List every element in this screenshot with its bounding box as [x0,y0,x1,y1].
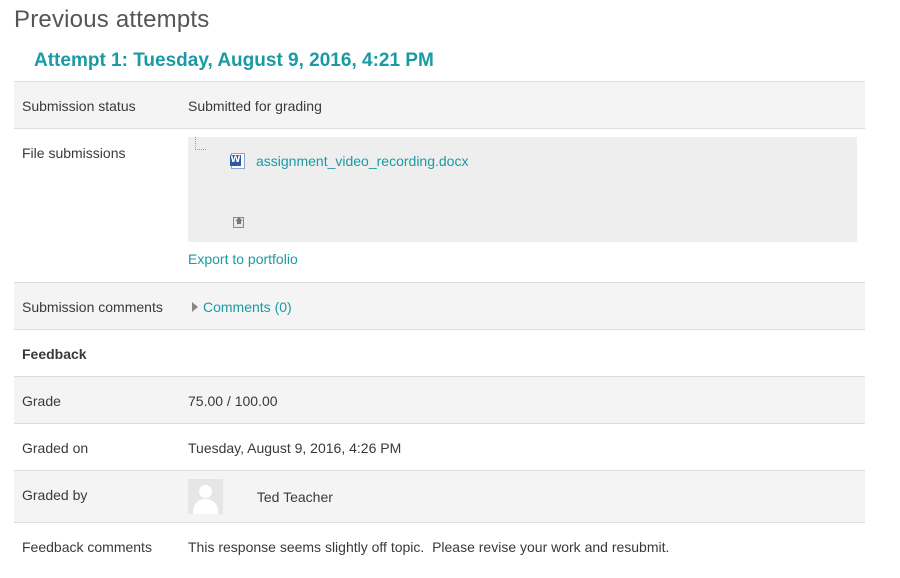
word-doc-icon: W [230,153,245,169]
tree-connector [195,137,206,150]
graded-on-label: Graded on [14,423,188,471]
feedback-heading-row: Feedback [14,329,865,377]
attempt-table: Submission status Submitted for grading … [14,81,865,569]
file-submissions-label: File submissions [14,128,188,283]
file-tree: W assignment_video_recording.docx [188,137,857,242]
export-to-portfolio-link[interactable]: Export to portfolio [188,250,298,268]
submission-comments-row: Submission comments Comments (0) [14,282,865,330]
avatar[interactable] [188,479,223,514]
avatar-body-shape [193,499,218,514]
grade-label: Grade [14,376,188,424]
file-link[interactable]: assignment_video_recording.docx [256,152,468,170]
graded-by-row: Graded by Ted Teacher [14,470,865,523]
page-title: Previous attempts [14,6,210,33]
file-submissions-cell: W assignment_video_recording.docx Export… [188,128,865,283]
expand-triangle-icon [192,302,198,312]
feedback-comments-row: Feedback comments This response seems sl… [14,522,865,569]
comments-toggle[interactable]: Comments (0) [188,298,292,316]
file-submissions-row: File submissions W assignment_video_reco… [14,128,865,283]
grade-row: Grade 75.00 / 100.00 [14,376,865,424]
submission-status-value: Submitted for grading [188,81,865,129]
graded-on-value: Tuesday, August 9, 2016, 4:26 PM [188,423,865,471]
avatar-head-shape [199,485,212,498]
submission-status-row: Submission status Submitted for grading [14,81,865,129]
feedback-heading: Feedback [14,329,865,377]
grader-name: Ted Teacher [256,488,333,505]
graded-by-label: Graded by [14,470,188,523]
feedback-comments-label: Feedback comments [14,522,188,569]
submission-comments-label: Submission comments [14,282,188,330]
submission-status-label: Submission status [14,81,188,129]
grade-value: 75.00 / 100.00 [188,376,865,424]
graded-by-cell: Ted Teacher [188,470,865,523]
attempt-title: Attempt 1: Tuesday, August 9, 2016, 4:21… [34,50,434,71]
portfolio-icon[interactable] [233,215,246,228]
graded-on-row: Graded on Tuesday, August 9, 2016, 4:26 … [14,423,865,471]
comments-link[interactable]: Comments (0) [203,298,292,316]
feedback-comments-value: This response seems slightly off topic. … [188,522,865,569]
submission-comments-cell: Comments (0) [188,282,865,330]
